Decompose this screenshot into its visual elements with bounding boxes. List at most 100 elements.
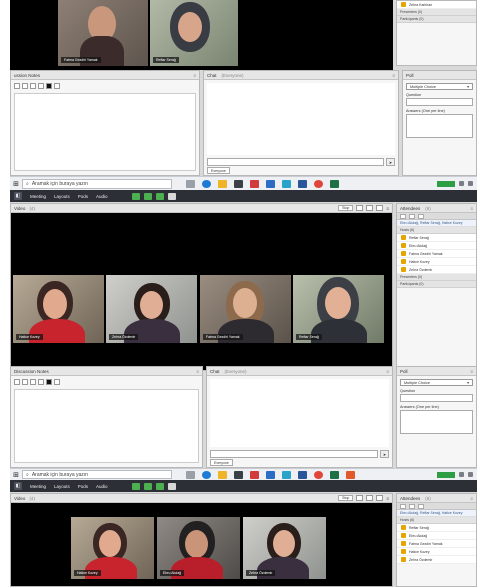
chat-tab-everyone[interactable]: Everyone [207, 167, 230, 174]
menu-layouts[interactable]: Layouts [54, 484, 70, 489]
menu-layouts[interactable]: Layouts [54, 194, 70, 199]
pod-menu-icon[interactable]: ≡ [470, 496, 473, 501]
file-explorer-icon[interactable] [218, 179, 227, 188]
windows-start-icon[interactable]: ⊞ [10, 470, 22, 480]
network-icon[interactable] [459, 472, 464, 477]
video-tile[interactable]: Reftar Serağ [293, 275, 384, 343]
mail-icon[interactable] [266, 470, 275, 479]
bold-icon[interactable] [22, 379, 28, 385]
menu-meeting[interactable]: Meeting [30, 484, 46, 489]
app-icon[interactable] [250, 470, 259, 479]
attendee-view-icon[interactable] [400, 213, 406, 219]
video-tile[interactable]: Ebru Akdağ [157, 517, 240, 579]
notes-text-area[interactable] [14, 93, 196, 171]
webcam-icon[interactable] [155, 482, 164, 490]
app-icon[interactable] [346, 470, 355, 479]
bold-icon[interactable] [22, 83, 28, 89]
webcam-icon[interactable] [155, 192, 164, 200]
list-item[interactable]: Zehra Özdemir [397, 266, 476, 274]
video-tile[interactable]: Zehra Özdemir [243, 517, 326, 579]
speaker-icon[interactable] [131, 482, 140, 490]
poll-type-select[interactable]: Multiple Choice ▾ [406, 83, 473, 90]
menu-audio[interactable]: Audio [96, 194, 108, 199]
list-item[interactable]: Fatma Gezdiri Yamak [397, 250, 476, 258]
font-size-icon[interactable] [14, 83, 20, 89]
layout-grid-icon[interactable] [366, 205, 374, 211]
excel-icon[interactable] [330, 179, 339, 188]
speaker-icon[interactable] [131, 192, 140, 200]
attendee-options-icon[interactable] [418, 503, 424, 509]
pod-menu-icon[interactable]: ≡ [392, 73, 395, 78]
store-icon[interactable] [234, 470, 243, 479]
text-color-icon[interactable] [46, 83, 52, 89]
underline-icon[interactable] [38, 83, 44, 89]
list-item[interactable]: Zehra Özdemir [397, 556, 476, 564]
chat-tab-everyone[interactable]: Everyone [210, 459, 233, 466]
text-color-icon[interactable] [46, 379, 52, 385]
video-tile[interactable]: Fatma Gezdiri Yamak [200, 275, 291, 343]
poll-answers-field[interactable] [400, 410, 473, 434]
battery-icon[interactable] [437, 471, 455, 478]
hosts-group[interactable]: Hosts (6) [397, 227, 476, 234]
attendee-status-icon[interactable] [409, 213, 415, 219]
file-explorer-icon[interactable] [218, 470, 227, 479]
poll-type-select[interactable]: Multiple Choice ▾ [400, 379, 473, 386]
mail-icon[interactable] [266, 179, 275, 188]
raise-hand-icon[interactable] [167, 482, 176, 490]
fullscreen-icon[interactable] [376, 205, 384, 211]
word-icon[interactable] [298, 179, 307, 188]
pod-menu-icon[interactable]: ≡ [193, 73, 196, 78]
volume-icon[interactable] [468, 181, 473, 186]
app-icon[interactable] [250, 179, 259, 188]
taskbar-search-input[interactable]: ⌕ Aramak için buraya yazın [22, 178, 172, 189]
list-item[interactable]: Ebru Akdağ [397, 242, 476, 250]
task-view-icon[interactable] [186, 470, 195, 479]
excel-icon[interactable] [330, 470, 339, 479]
chrome-icon[interactable] [314, 470, 323, 479]
stop-my-webcam-button[interactable]: Stop [338, 495, 354, 501]
menu-meeting[interactable]: Meeting [30, 194, 46, 199]
attendee-options-icon[interactable] [418, 213, 424, 219]
chrome-icon[interactable] [314, 179, 323, 188]
layout-filmstrip-icon[interactable] [356, 495, 364, 501]
edge-icon[interactable] [202, 179, 211, 188]
video-tile[interactable]: Hatice Kozey [13, 275, 104, 343]
send-icon[interactable]: ➤ [380, 450, 389, 458]
chat-input[interactable] [207, 158, 384, 166]
pod-menu-icon[interactable]: ≡ [470, 206, 473, 211]
italic-icon[interactable] [30, 83, 36, 89]
list-item[interactable]: Ebru Akdağ [397, 532, 476, 540]
menu-pods[interactable]: Pods [78, 484, 88, 489]
word-icon[interactable] [298, 470, 307, 479]
volume-icon[interactable] [468, 472, 473, 477]
stop-my-webcam-button[interactable]: Stop [338, 205, 354, 211]
chat-input[interactable] [210, 450, 378, 458]
raise-hand-icon[interactable] [167, 192, 176, 200]
app-icon[interactable] [282, 470, 291, 479]
taskbar-search-input[interactable]: ⌕ Aramak için buraya yazın [22, 470, 172, 479]
battery-icon[interactable] [437, 180, 455, 187]
pod-menu-icon[interactable]: ≡ [386, 496, 389, 501]
network-icon[interactable] [459, 181, 464, 186]
list-item[interactable]: Hatice Kozey [397, 548, 476, 556]
layout-grid-icon[interactable] [366, 495, 374, 501]
list-item[interactable]: Fatma Gezdiri Yamak [397, 540, 476, 548]
list-item[interactable]: Reftar Serağ [397, 524, 476, 532]
font-size-icon[interactable] [14, 379, 20, 385]
video-tile[interactable]: Reftar Serağ [150, 0, 238, 66]
list-icon[interactable] [54, 379, 60, 385]
layout-filmstrip-icon[interactable] [356, 205, 364, 211]
list-item[interactable]: Reftar Serağ [397, 234, 476, 242]
video-tile[interactable]: Hatice Kozey [71, 517, 154, 579]
list-item[interactable]: Hatice Kozey [397, 258, 476, 266]
pod-menu-icon[interactable]: ≡ [386, 369, 389, 374]
hosts-group[interactable]: Hosts (6) [397, 517, 476, 524]
windows-start-icon[interactable]: ⊞ [10, 179, 22, 189]
menu-pods[interactable]: Pods [78, 194, 88, 199]
pod-menu-icon[interactable]: ≡ [196, 369, 199, 374]
notes-text-area[interactable] [14, 389, 199, 463]
app-icon[interactable] [282, 179, 291, 188]
poll-question-field[interactable] [400, 394, 473, 402]
attendee-view-icon[interactable] [400, 503, 406, 509]
poll-question-field[interactable] [406, 98, 473, 106]
